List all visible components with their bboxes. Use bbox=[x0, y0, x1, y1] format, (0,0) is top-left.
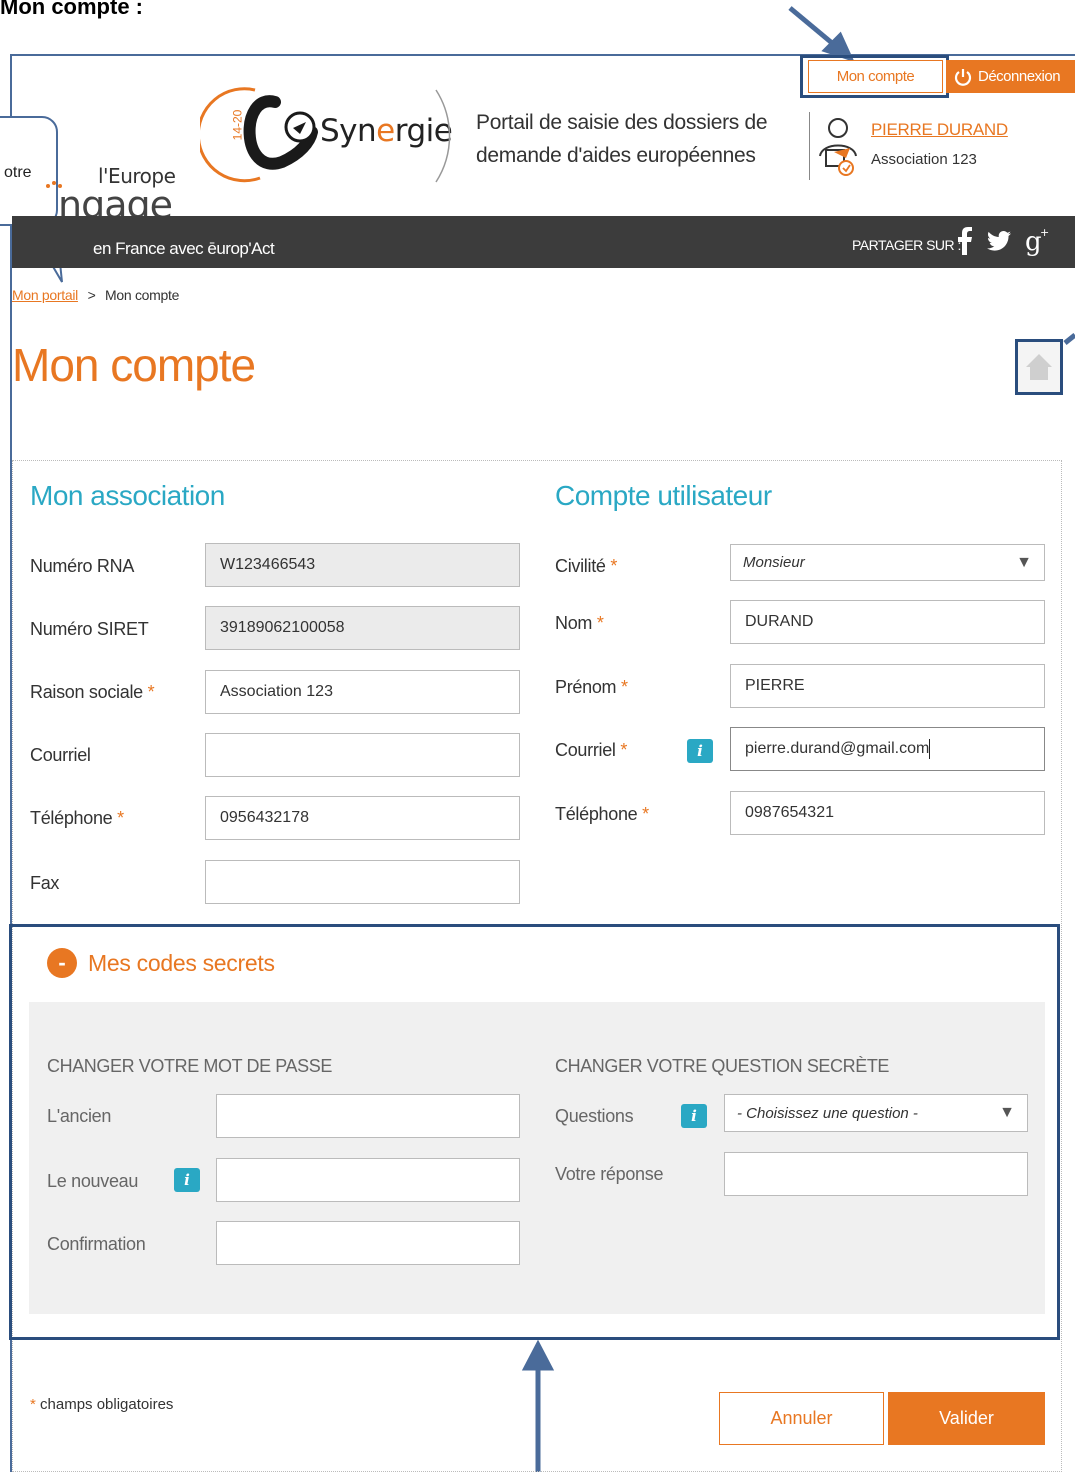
email-info-icon[interactable]: i bbox=[687, 739, 713, 763]
first-name-field[interactable]: PIERRE bbox=[730, 664, 1045, 708]
company-name-field[interactable]: Association 123 bbox=[205, 670, 520, 714]
required-note-text: champs obligatoires bbox=[40, 1396, 174, 1413]
nav-subtitle: en France avec ēurop'Act bbox=[93, 239, 275, 258]
answer-label: Votre réponse bbox=[555, 1164, 664, 1184]
secret-question-heading: CHANGER VOTRE QUESTION SECRÈTE bbox=[555, 1056, 890, 1076]
portal-title-line-2: demande d'aides européennes bbox=[476, 144, 756, 167]
association-email-label: Courriel bbox=[30, 745, 91, 765]
first-name-label: Prénom * bbox=[555, 677, 628, 697]
secret-answer-field[interactable] bbox=[724, 1152, 1028, 1196]
association-phone-label: Téléphone * bbox=[30, 808, 124, 828]
header-separator bbox=[809, 112, 810, 180]
google-plus-icon[interactable]: g + bbox=[1025, 226, 1051, 256]
secret-question-value: - Choisissez une question - bbox=[737, 1104, 918, 1122]
user-phone-field[interactable]: 0987654321 bbox=[730, 791, 1045, 835]
twitter-icon[interactable] bbox=[987, 231, 1011, 251]
user-phone-label: Téléphone * bbox=[555, 804, 649, 824]
account-button-highlight bbox=[800, 55, 949, 98]
logo-part-1: Syn bbox=[320, 113, 377, 149]
fax-label: Fax bbox=[30, 873, 60, 893]
confirm-password-label: Confirmation bbox=[47, 1234, 146, 1254]
secret-codes-highlight bbox=[9, 924, 1060, 1340]
rna-label: Numéro RNA bbox=[30, 556, 135, 576]
breadcrumb: Mon portail > Mon compte bbox=[12, 287, 179, 303]
user-icon bbox=[819, 118, 857, 176]
siret-label: Numéro SIRET bbox=[30, 619, 149, 639]
share-icons: g + bbox=[957, 226, 1051, 256]
user-email-field[interactable]: pierre.durand@gmail.com bbox=[730, 727, 1045, 771]
civility-label: Civilité * bbox=[555, 556, 618, 576]
logout-button[interactable]: Déconnexion bbox=[946, 60, 1075, 93]
rna-field[interactable]: W123466543 bbox=[205, 543, 520, 587]
text-cursor bbox=[929, 739, 931, 759]
company-name-label: Raison sociale * bbox=[30, 682, 155, 702]
fax-field[interactable] bbox=[205, 860, 520, 904]
user-name-link[interactable]: PIERRE DURAND bbox=[871, 120, 1008, 140]
question-info-icon[interactable]: i bbox=[681, 1104, 707, 1128]
civility-value: Monsieur bbox=[743, 554, 805, 571]
breadcrumb-home-link[interactable]: Mon portail bbox=[12, 287, 78, 303]
association-email-field[interactable] bbox=[205, 733, 520, 777]
user-account-section-title: Compte utilisateur bbox=[555, 480, 772, 511]
page-caption: Mon compte : bbox=[0, 0, 143, 19]
logout-label: Déconnexion bbox=[978, 68, 1061, 85]
questions-label: Questions bbox=[555, 1106, 634, 1126]
civility-select[interactable]: Monsieur ▼ bbox=[730, 544, 1045, 581]
page-title: Mon compte bbox=[12, 339, 256, 391]
portal-title-line-1: Portail de saisie des dossiers de bbox=[476, 111, 768, 134]
collapse-icon[interactable]: - bbox=[47, 948, 77, 978]
new-password-field[interactable] bbox=[216, 1158, 520, 1202]
old-password-field[interactable] bbox=[216, 1094, 520, 1138]
secret-question-select[interactable]: - Choisissez une question - ▼ bbox=[724, 1094, 1028, 1132]
password-heading: CHANGER VOTRE MOT DE PASSE bbox=[47, 1056, 332, 1076]
portal-title: Portail de saisie des dossiers de demand… bbox=[476, 106, 776, 172]
callout-bubble: otre bbox=[0, 116, 58, 226]
callout-text: otre bbox=[4, 164, 32, 181]
header-divider bbox=[435, 89, 451, 183]
required-star: * bbox=[30, 1396, 36, 1413]
secret-codes-title[interactable]: Mes codes secrets bbox=[88, 950, 275, 977]
breadcrumb-current: Mon compte bbox=[105, 287, 180, 303]
chevron-down-icon: ▼ bbox=[1016, 553, 1032, 571]
siret-field[interactable]: 39189062100058 bbox=[205, 606, 520, 650]
new-password-label: Le nouveau bbox=[47, 1171, 139, 1191]
cancel-button[interactable]: Annuler bbox=[719, 1392, 884, 1445]
user-email-label: Courriel * bbox=[555, 740, 628, 760]
old-password-label: L'ancien bbox=[47, 1106, 112, 1126]
home-button[interactable] bbox=[1015, 339, 1063, 395]
user-email-value: pierre.durand@gmail.com bbox=[745, 740, 930, 757]
power-icon bbox=[954, 68, 972, 86]
association-phone-field[interactable]: 0956432178 bbox=[205, 796, 520, 840]
submit-button[interactable]: Valider bbox=[888, 1392, 1045, 1445]
user-organization: Association 123 bbox=[871, 151, 977, 168]
synergie-logo-icon bbox=[200, 87, 318, 183]
share-label: PARTAGER SUR : bbox=[852, 237, 961, 253]
svg-text:+: + bbox=[1040, 226, 1049, 239]
last-name-field[interactable]: DURAND bbox=[730, 600, 1045, 644]
password-info-icon[interactable]: i bbox=[174, 1168, 200, 1192]
chevron-down-icon: ▼ bbox=[999, 1104, 1015, 1121]
required-fields-note: * champs obligatoires bbox=[30, 1396, 173, 1413]
breadcrumb-separator: > bbox=[87, 287, 96, 303]
last-name-label: Nom * bbox=[555, 613, 604, 633]
logo-badge: 14-20 bbox=[230, 109, 245, 141]
confirm-password-field[interactable] bbox=[216, 1221, 520, 1265]
association-section-title: Mon association bbox=[30, 480, 225, 511]
facebook-icon[interactable] bbox=[957, 227, 973, 255]
home-icon bbox=[1026, 354, 1052, 380]
logo-part-2: e bbox=[376, 113, 395, 149]
